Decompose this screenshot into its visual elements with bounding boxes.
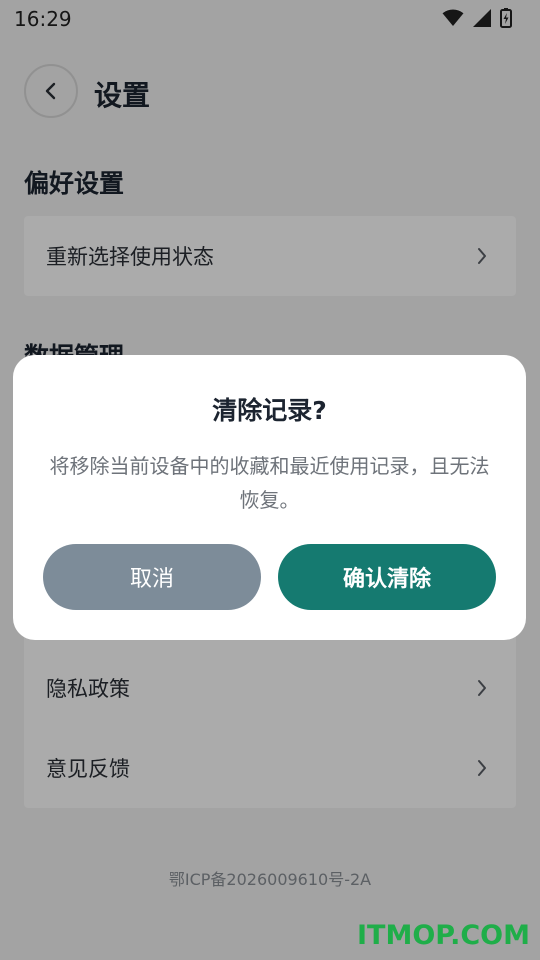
- confirm-clear-button[interactable]: 确认清除: [278, 544, 496, 610]
- watermark-logo: ITMOP.COM: [356, 920, 530, 951]
- clear-records-dialog: 清除记录? 将移除当前设备中的收藏和最近使用记录，且无法恢复。 取消 确认清除: [13, 355, 526, 640]
- dialog-message: 将移除当前设备中的收藏和最近使用记录，且无法恢复。: [49, 454, 490, 512]
- cancel-button[interactable]: 取消: [43, 544, 261, 610]
- dialog-title: 清除记录?: [212, 396, 327, 425]
